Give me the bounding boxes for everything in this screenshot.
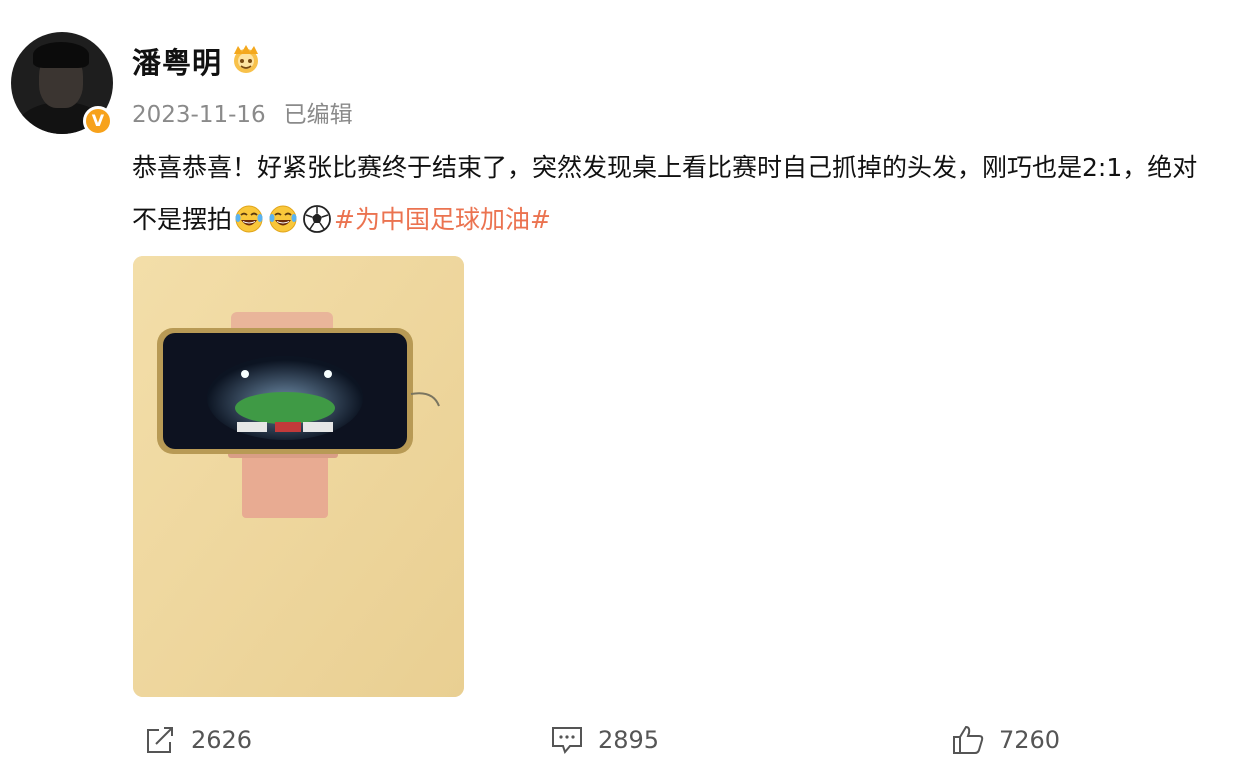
like-button[interactable]: 7260 xyxy=(951,720,1060,760)
post-text: 恭喜恭喜！好紧张比赛终于结束了，突然发现桌上看比赛时自己抓掉的头发，刚巧也是2:… xyxy=(132,142,1217,246)
repost-icon xyxy=(147,727,173,753)
repost-count: 2626 xyxy=(191,726,253,754)
hashtag-link[interactable]: #为中国足球加油# xyxy=(334,205,551,234)
comment-icon xyxy=(552,727,582,755)
comment-button[interactable]: 2895 xyxy=(550,720,659,760)
verified-icon: V xyxy=(83,106,113,136)
action-bar: 2626 2895 7260 xyxy=(0,720,1242,760)
like-count: 7260 xyxy=(999,726,1061,754)
username[interactable]: 潘粤明 xyxy=(132,40,222,82)
laugh-cry-icon xyxy=(269,205,297,233)
repost-button[interactable]: 2626 xyxy=(145,720,252,760)
post-photo[interactable] xyxy=(133,256,464,697)
edited-label: 已编辑 xyxy=(283,102,353,128)
soccer-ball-icon xyxy=(303,205,331,233)
weibo-post-card: V 潘粤明 2023-11-16 已编辑 恭喜恭喜！好紧张比赛终于结束了，突然发现… xyxy=(0,0,1242,776)
phone-on-stand-photo xyxy=(133,256,464,697)
comment-count: 2895 xyxy=(598,726,660,754)
laugh-cry-icon xyxy=(235,205,263,233)
post-meta: 2023-11-16 已编辑 xyxy=(132,95,353,129)
thumbs-up-icon xyxy=(953,725,984,754)
crown-badge-icon[interactable] xyxy=(228,44,264,74)
post-date: 2023-11-16 xyxy=(132,102,266,128)
